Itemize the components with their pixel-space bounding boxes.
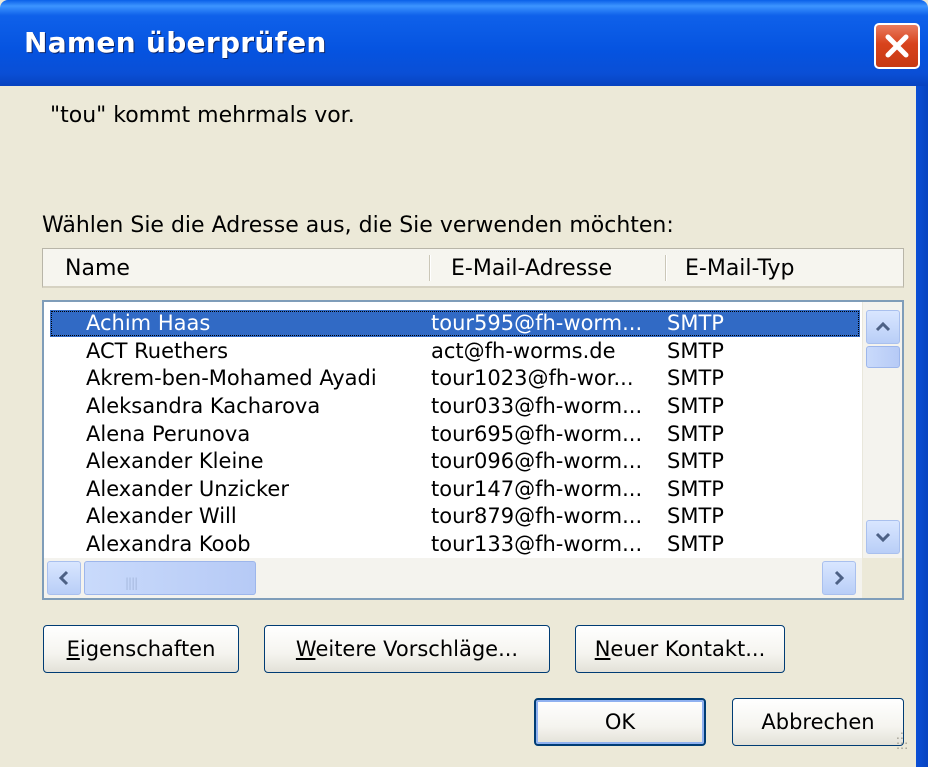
- button-label: igenschaften: [79, 637, 216, 661]
- row-type: SMTP: [667, 449, 724, 473]
- list-item[interactable]: Alena Perunova tour695@fh-worm... SMTP: [44, 421, 862, 448]
- row-email: tour1023@fh-wor...: [431, 366, 634, 390]
- resize-grip-icon[interactable]: .::::: [896, 729, 908, 751]
- column-header-email[interactable]: E-Mail-Adresse: [451, 256, 612, 281]
- row-type: SMTP: [667, 532, 724, 556]
- list-item[interactable]: ACT Ruethers act@fh-worms.de SMTP: [44, 338, 862, 365]
- list-item[interactable]: Achim Haas tour595@fh-worm... SMTP: [50, 310, 860, 337]
- vertical-scroll-thumb[interactable]: [866, 346, 900, 368]
- row-email: tour096@fh-worm...: [431, 449, 643, 473]
- button-label: eitere Vorschläge...: [315, 637, 519, 661]
- chevron-left-icon: [58, 570, 69, 586]
- row-type: SMTP: [667, 477, 724, 501]
- row-email: tour879@fh-worm...: [431, 504, 643, 528]
- address-list[interactable]: Achim Haas tour595@fh-worm... SMTP ACT R…: [42, 300, 904, 600]
- list-item[interactable]: Alexander Will tour879@fh-worm... SMTP: [44, 503, 862, 530]
- button-label: euer Kontakt...: [610, 637, 766, 661]
- scrollbar-corner: [862, 558, 902, 598]
- row-type: SMTP: [667, 366, 724, 390]
- row-email: tour133@fh-worm...: [431, 532, 643, 556]
- cancel-button[interactable]: Abbrechen: [732, 698, 904, 746]
- column-divider[interactable]: [665, 255, 667, 281]
- scroll-right-button[interactable]: [822, 561, 856, 595]
- ambiguity-message: "tou" kommt mehrmals vor.: [50, 103, 355, 128]
- column-divider[interactable]: [429, 255, 431, 281]
- title-bar[interactable]: Namen überprüfen: [0, 0, 928, 86]
- close-button[interactable]: [874, 23, 920, 69]
- row-type: SMTP: [667, 339, 724, 363]
- row-name: Alexandra Koob: [86, 532, 251, 556]
- row-name: Akrem-ben-Mohamed Ayadi: [86, 366, 377, 390]
- window-border: [916, 86, 928, 767]
- grip-icon: ||||: [125, 576, 138, 590]
- dialog-title: Namen überprüfen: [24, 26, 327, 59]
- horizontal-scroll-thumb[interactable]: ||||: [84, 561, 256, 595]
- new-contact-button[interactable]: Neuer Kontakt...: [575, 625, 785, 673]
- column-header-name[interactable]: Name: [65, 256, 130, 281]
- button-mnemonic: W: [295, 637, 316, 661]
- scroll-down-button[interactable]: [866, 520, 900, 554]
- chevron-up-icon: [875, 321, 891, 332]
- vertical-scrollbar[interactable]: [862, 302, 902, 558]
- list-item[interactable]: Akrem-ben-Mohamed Ayadi tour1023@fh-wor.…: [44, 365, 862, 392]
- close-icon: [885, 34, 909, 58]
- row-email: tour147@fh-worm...: [431, 477, 643, 501]
- scroll-left-button[interactable]: [47, 561, 81, 595]
- row-name: Alexander Will: [86, 504, 237, 528]
- check-names-dialog: Namen überprüfen "tou" kommt mehrmals vo…: [0, 0, 928, 767]
- list-item[interactable]: Aleksandra Kacharova tour033@fh-worm... …: [44, 393, 862, 420]
- row-name: Alena Perunova: [86, 422, 251, 446]
- list-item[interactable]: Alexander Unzicker tour147@fh-worm... SM…: [44, 476, 862, 503]
- chevron-down-icon: [875, 532, 891, 543]
- scroll-up-button[interactable]: [866, 310, 900, 344]
- row-name: Alexander Kleine: [86, 449, 264, 473]
- ok-button[interactable]: OK: [534, 698, 706, 746]
- properties-button[interactable]: Eigenschaften: [43, 625, 239, 673]
- row-type: SMTP: [667, 311, 724, 335]
- horizontal-scrollbar[interactable]: ||||: [44, 558, 862, 598]
- chevron-right-icon: [834, 570, 845, 586]
- row-type: SMTP: [667, 422, 724, 446]
- list-item[interactable]: Alexandra Koob tour133@fh-worm... SMTP: [44, 531, 862, 558]
- row-email: tour033@fh-worm...: [431, 394, 643, 418]
- row-email: tour695@fh-worm...: [431, 422, 643, 446]
- row-name: Aleksandra Kacharova: [86, 394, 321, 418]
- row-type: SMTP: [667, 504, 724, 528]
- select-address-prompt: Wählen Sie die Adresse aus, die Sie verw…: [42, 213, 674, 238]
- row-name: ACT Ruethers: [86, 339, 229, 363]
- row-type: SMTP: [667, 394, 724, 418]
- row-email: tour595@fh-worm...: [431, 311, 643, 335]
- list-item[interactable]: Alexander Kleine tour096@fh-worm... SMTP: [44, 448, 862, 475]
- row-email: act@fh-worms.de: [431, 339, 616, 363]
- column-header-type[interactable]: E-Mail-Typ: [685, 256, 794, 281]
- row-name: Alexander Unzicker: [86, 477, 289, 501]
- more-suggestions-button[interactable]: Weitere Vorschläge...: [264, 625, 550, 673]
- button-mnemonic: E: [66, 637, 80, 661]
- row-name: Achim Haas: [86, 311, 211, 335]
- button-mnemonic: N: [594, 637, 611, 661]
- list-header: Name E-Mail-Adresse E-Mail-Typ: [42, 248, 904, 288]
